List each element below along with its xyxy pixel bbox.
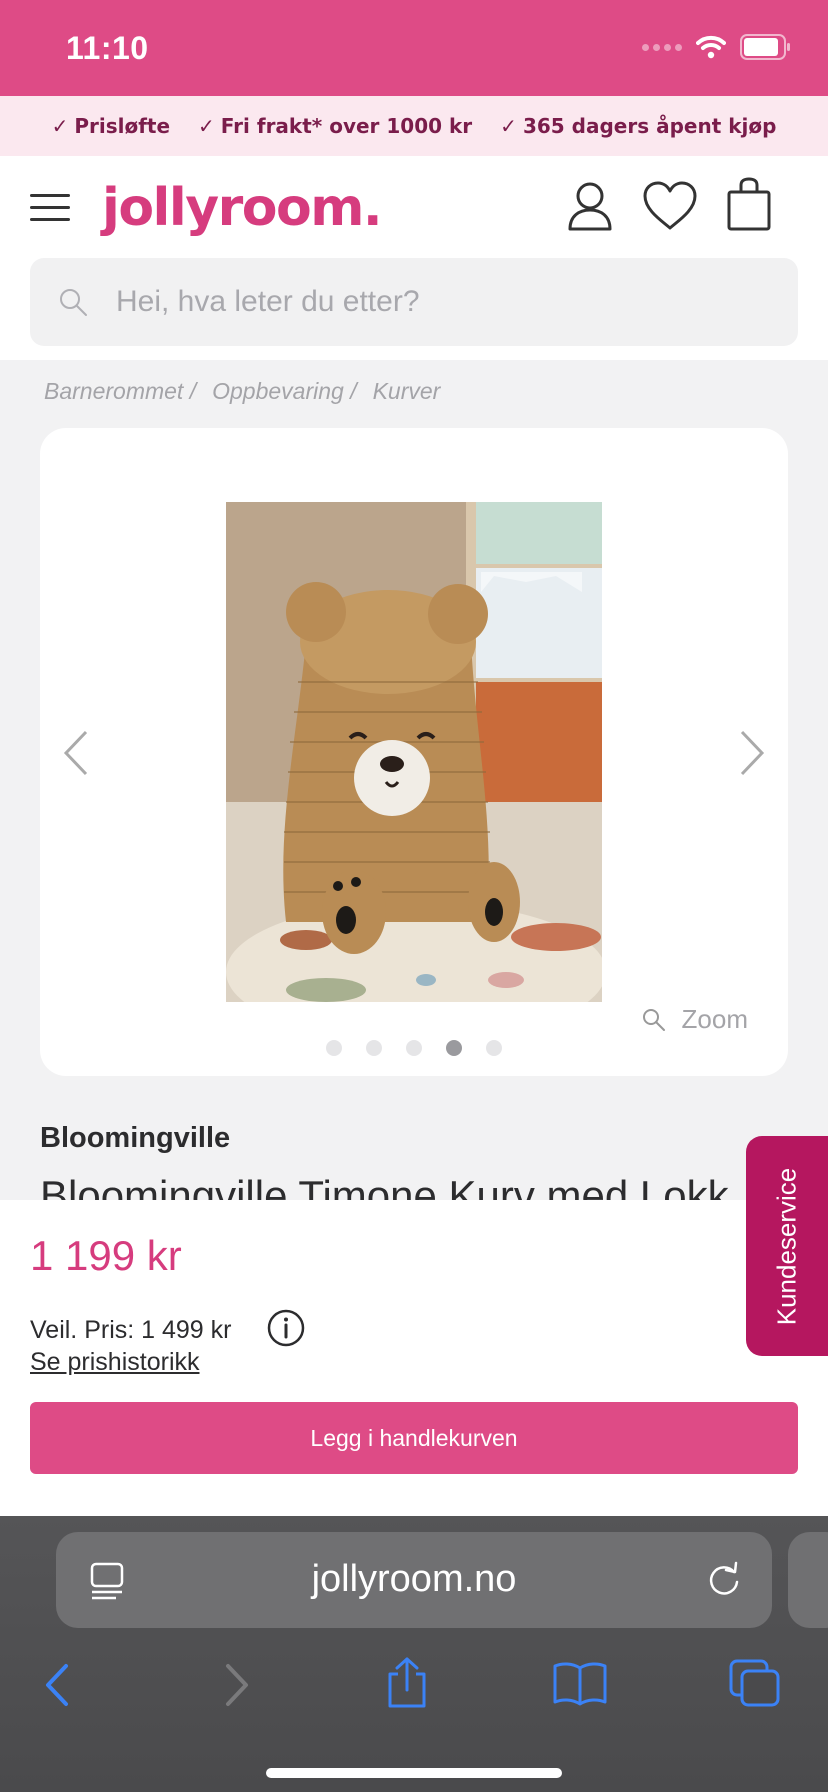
shopping-bag-icon[interactable] — [726, 176, 772, 232]
usp-label: Prisløfte — [74, 114, 171, 138]
search-placeholder: Hei, hva leter du etter? — [116, 285, 420, 318]
forward-icon[interactable] — [222, 1662, 252, 1708]
next-tab-pill[interactable] — [788, 1532, 828, 1628]
search-input[interactable]: Hei, hva leter du etter? — [30, 258, 798, 346]
product-title: Bloomingville Timone Kurv med Lokk — [40, 1172, 729, 1200]
check-icon: ✓ — [500, 114, 517, 138]
bear-basket-photo — [226, 502, 602, 1002]
breadcrumb-item[interactable]: Barnerommet / — [44, 378, 204, 405]
site-header: jollyroom. Hei, hva leter du etter? — [0, 156, 828, 360]
site-logo[interactable]: jollyroom. — [102, 178, 383, 238]
url-text: jollyroom.no — [311, 1558, 517, 1600]
customer-service-tab[interactable]: Kundeservice — [746, 1136, 828, 1356]
breadcrumb-item[interactable]: Kurver — [373, 378, 441, 405]
recommended-price: Veil. Pris: 1 499 kr — [30, 1316, 232, 1344]
status-bar: 11:10 — [0, 0, 828, 96]
account-icon[interactable] — [566, 180, 614, 232]
breadcrumb: Barnerommet / Oppbevaring / Kurver — [44, 378, 440, 405]
check-icon: ✓ — [198, 114, 215, 138]
customer-service-label: Kundeservice — [771, 1167, 802, 1325]
back-icon[interactable] — [42, 1662, 72, 1708]
product-price: 1 199 kr — [30, 1232, 182, 1279]
product-image[interactable] — [226, 502, 602, 1002]
pagination-dot[interactable] — [326, 1040, 342, 1056]
battery-icon — [740, 34, 790, 60]
chevron-right-icon[interactable] — [734, 728, 768, 778]
home-indicator — [266, 1768, 562, 1778]
product-brand[interactable]: Bloomingville — [40, 1122, 230, 1155]
buy-panel: 1 199 kr Veil. Pris: 1 499 kr Se prishis… — [0, 1200, 828, 1516]
product-gallery: Zoom — [40, 428, 788, 1076]
breadcrumb-item[interactable]: Oppbevaring / — [212, 378, 364, 405]
reload-icon[interactable] — [704, 1560, 744, 1600]
magnifier-icon — [642, 1008, 665, 1031]
bookmarks-icon[interactable] — [552, 1660, 608, 1706]
pagination-dot[interactable] — [486, 1040, 502, 1056]
add-to-cart-button[interactable]: Legg i handlekurven — [30, 1402, 798, 1474]
info-icon[interactable] — [266, 1308, 306, 1348]
status-icons — [642, 34, 792, 60]
browser-bottom-bar: jollyroom.no — [0, 1516, 828, 1792]
gallery-pagination — [40, 1040, 788, 1056]
usp-item: ✓ 365 dagers åpent kjøp — [500, 114, 776, 138]
wifi-icon — [696, 35, 726, 59]
address-bar[interactable]: jollyroom.no — [56, 1532, 772, 1628]
zoom-label: Zoom — [681, 1004, 748, 1034]
search-icon — [60, 289, 87, 316]
status-time: 11:10 — [66, 30, 149, 66]
usp-label: 365 dagers åpent kjøp — [522, 114, 777, 138]
usp-bar: ✓ Prisløfte ✓ Fri frakt* over 1000 kr ✓ 365… — [0, 96, 828, 156]
usp-item: ✓ Fri frakt* over 1000 kr — [198, 114, 472, 138]
usp-label: Fri frakt* over 1000 kr — [220, 114, 473, 138]
pagination-dot[interactable] — [406, 1040, 422, 1056]
usp-item: ✓ Prisløfte — [52, 114, 170, 138]
pagination-dot-active[interactable] — [446, 1040, 462, 1056]
pagination-dot[interactable] — [366, 1040, 382, 1056]
share-icon[interactable] — [384, 1656, 430, 1710]
hamburger-menu-icon[interactable] — [30, 194, 70, 234]
price-history-link[interactable]: Se prishistorikk — [30, 1348, 200, 1377]
cellular-signal-icon — [642, 43, 682, 51]
chevron-left-icon[interactable] — [60, 728, 94, 778]
heart-icon[interactable] — [642, 180, 698, 232]
browser-toolbar — [0, 1646, 828, 1736]
zoom-button[interactable]: Zoom — [642, 1004, 748, 1035]
tabs-icon[interactable] — [728, 1658, 782, 1708]
check-icon: ✓ — [51, 114, 69, 138]
